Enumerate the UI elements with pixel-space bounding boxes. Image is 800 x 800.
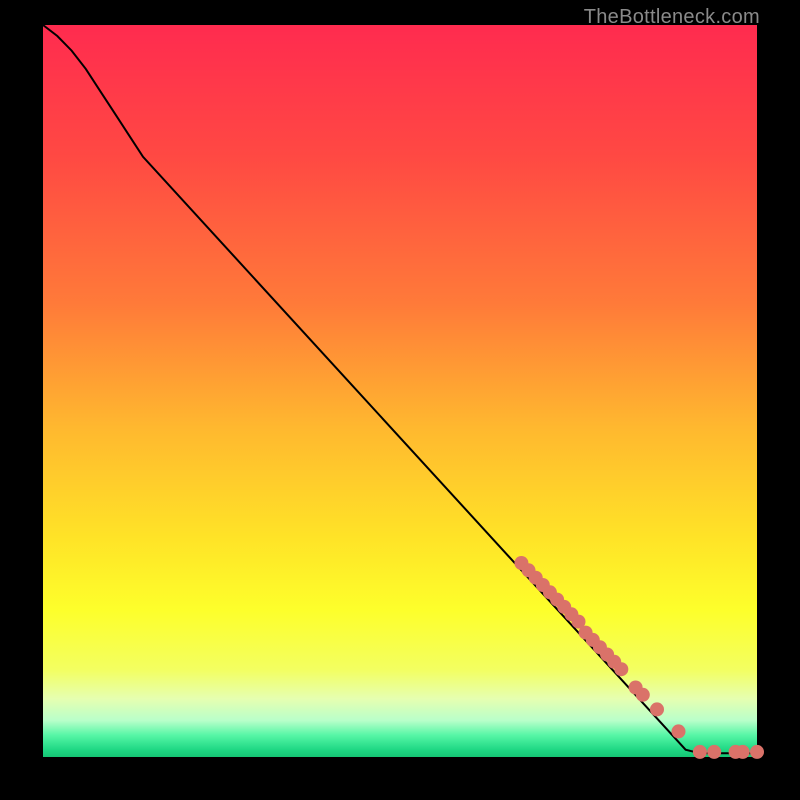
watermark-text: TheBottleneck.com: [584, 6, 760, 29]
data-point: [614, 662, 628, 676]
data-point: [750, 745, 764, 759]
data-point: [736, 745, 750, 759]
data-point: [707, 745, 721, 759]
data-point: [672, 724, 686, 738]
data-point: [693, 745, 707, 759]
chart-svg: [43, 25, 757, 757]
curve-line: [43, 25, 757, 753]
data-point: [650, 702, 664, 716]
chart-frame: TheBottleneck.com: [0, 0, 800, 800]
plot-area: [43, 25, 757, 757]
data-point: [636, 688, 650, 702]
